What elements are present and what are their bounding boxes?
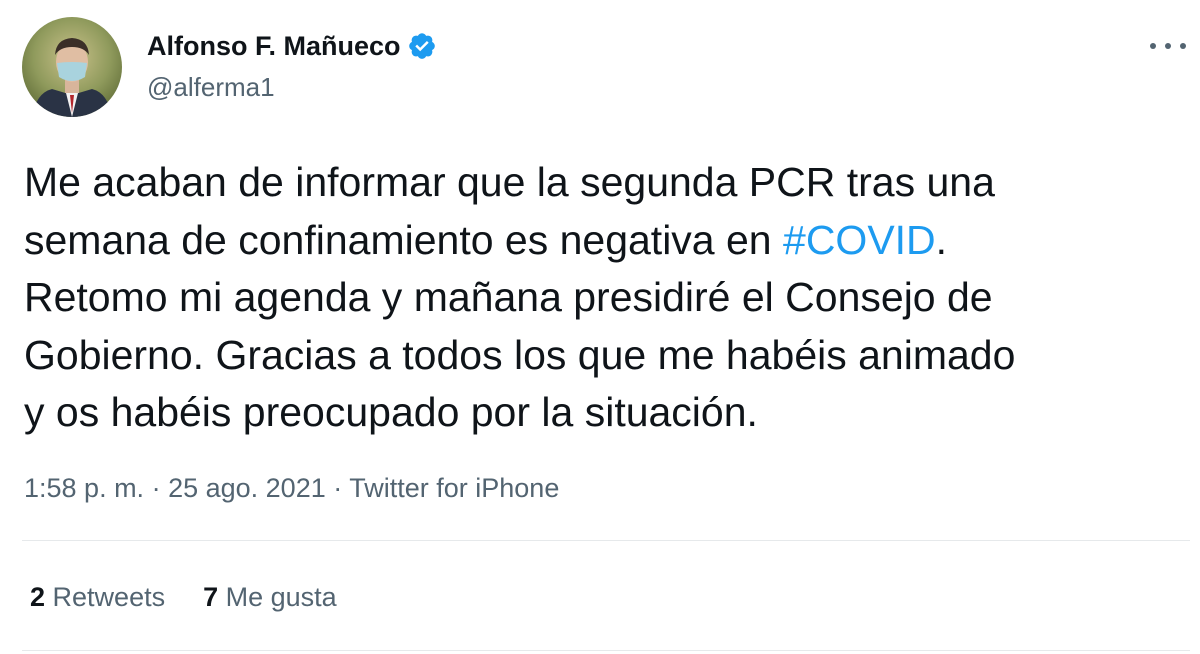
- more-dot: [1180, 43, 1186, 49]
- tweet-line: Retomo mi agenda y mañana presidiré el C…: [24, 274, 993, 320]
- likes-stat[interactable]: 7 Me gusta: [203, 579, 337, 615]
- verified-badge-icon: [408, 33, 435, 59]
- retweets-count: 2: [30, 582, 46, 612]
- tweet-line: y os habéis preocupado por la situación.: [24, 389, 758, 435]
- retweets-stat[interactable]: 2 Retweets: [30, 579, 165, 615]
- more-horizontal-icon[interactable]: [1150, 32, 1186, 60]
- retweets-label: Retweets: [45, 582, 166, 612]
- tweet-date[interactable]: 25 ago. 2021: [168, 473, 326, 503]
- avatar[interactable]: [22, 17, 122, 117]
- likes-count: 7: [203, 582, 219, 612]
- tweet-line: semana de confinamiento es negativa en #…: [24, 212, 1184, 270]
- divider: [22, 540, 1190, 541]
- meta-separator: ·: [325, 473, 350, 503]
- tweet-meta: 1:58 p. m. · 25 ago. 2021 · Twitter for …: [24, 470, 559, 506]
- tweet-source[interactable]: Twitter for iPhone: [349, 473, 559, 503]
- more-dot: [1150, 43, 1156, 49]
- author-name[interactable]: Alfonso F. Mañueco: [147, 28, 437, 64]
- author-name-text: Alfonso F. Mañueco: [147, 31, 401, 61]
- engagement-stats: 2 Retweets 7 Me gusta: [30, 579, 375, 615]
- tweet-line-end: .: [935, 216, 948, 263]
- tweet-line: Me acaban de informar que la segunda PCR…: [24, 159, 995, 205]
- more-dot: [1165, 43, 1171, 49]
- meta-separator: ·: [144, 473, 169, 503]
- tweet-line-text: semana de confinamiento es negativa en: [24, 216, 784, 263]
- tweet-time[interactable]: 1:58 p. m.: [24, 473, 144, 503]
- tweet-card: Alfonso F. Mañueco @alferma1 Me acaban d…: [0, 0, 1200, 654]
- likes-label: Me gusta: [218, 582, 337, 612]
- profile-photo: [22, 17, 122, 117]
- tweet-text: Me acaban de informar que la segunda PCR…: [24, 154, 1184, 442]
- hashtag-link[interactable]: #COVID: [783, 217, 936, 263]
- author-handle[interactable]: @alferma1: [147, 70, 275, 104]
- tweet-line: Gobierno. Gracias a todos los que me hab…: [24, 331, 1016, 378]
- divider: [22, 650, 1190, 651]
